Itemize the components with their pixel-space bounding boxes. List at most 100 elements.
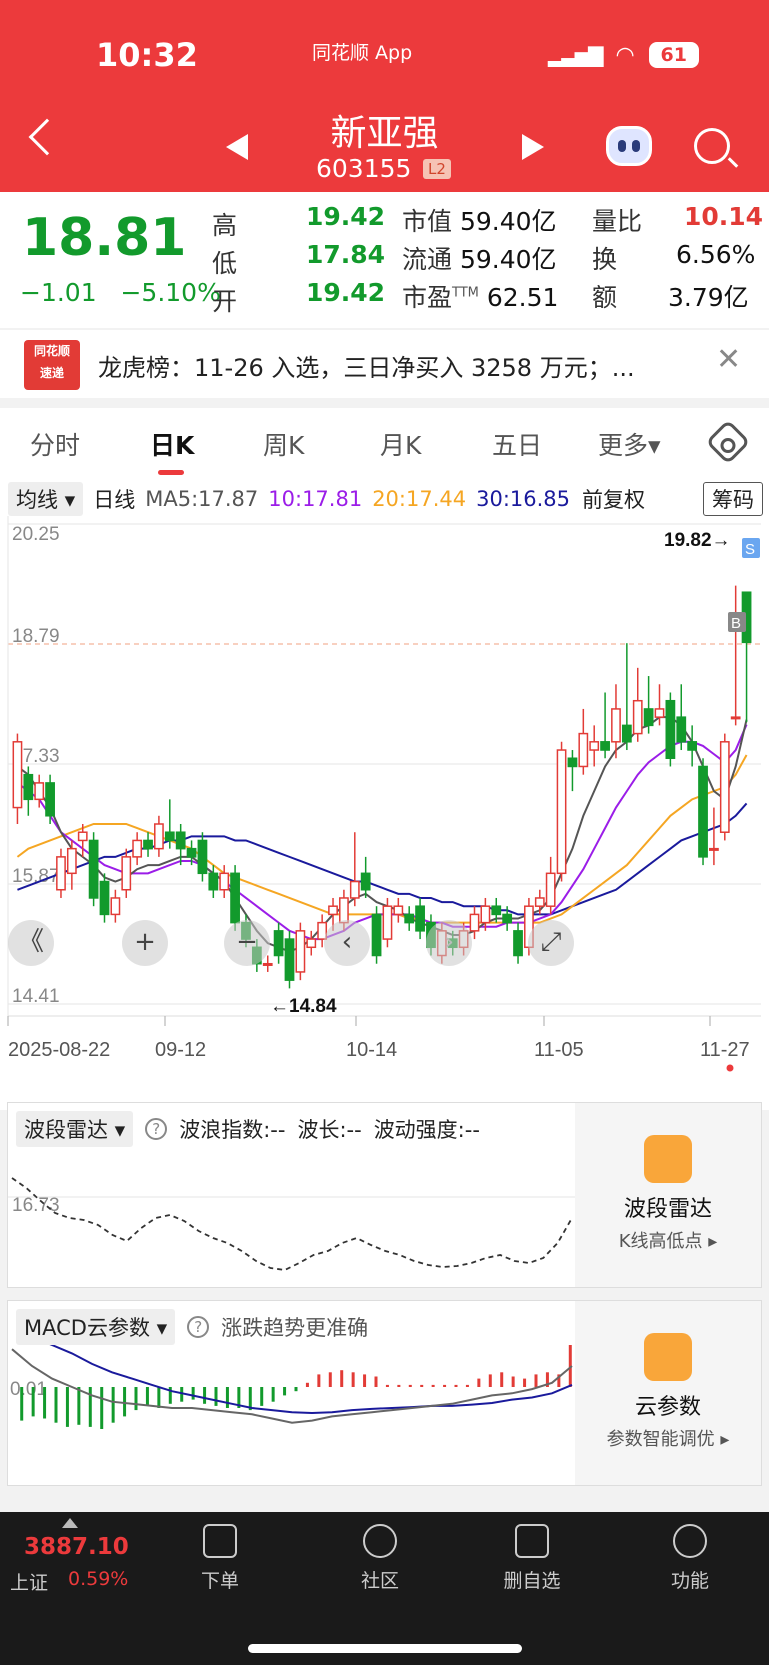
- index-value[interactable]: 3887.10: [24, 1534, 129, 1560]
- search-icon[interactable]: [694, 128, 730, 164]
- candle-body: [469, 913, 480, 932]
- wave-chart: 16.73: [8, 1177, 576, 1271]
- candle-body: [611, 708, 621, 743]
- macd-side-sub: 参数智能调优 ▸: [606, 1429, 730, 1450]
- tab-monthly[interactable]: 月K: [380, 426, 421, 462]
- bottom-tab-order[interactable]: 下单: [170, 1524, 270, 1593]
- candle-body: [273, 930, 284, 957]
- candle-body: [371, 913, 382, 957]
- bottom-tab-remove-watch[interactable]: 删自选: [482, 1524, 582, 1593]
- candle-body: [502, 913, 513, 924]
- macd-select[interactable]: MACD云参数 ▾: [16, 1309, 176, 1345]
- scroll-left-button[interactable]: ‹: [324, 920, 370, 966]
- kline-chart[interactable]: 20.2518.7917.3315.8714.4119.82→←14.84SB2…: [0, 516, 769, 1106]
- zoom-first-button[interactable]: 《: [8, 920, 54, 966]
- price-change: −1.01 −5.10%: [20, 278, 221, 307]
- index-name: 上证: [10, 1572, 49, 1594]
- price-tick-label: 18.79: [12, 626, 60, 647]
- cloud-param-promo[interactable]: 云参数 参数智能调优 ▸: [575, 1301, 761, 1485]
- kline-panel: 均线 ▾ 日线 MA5:17.87 10:17.81 20:17.44 30:1…: [0, 476, 769, 1110]
- remove-watch-label: 删自选: [503, 1570, 561, 1592]
- ma-select[interactable]: 均线 ▾: [8, 482, 84, 516]
- news-logo-bottom: 速递: [39, 366, 64, 380]
- index-up-icon: [62, 1518, 78, 1528]
- candle-body: [339, 897, 349, 924]
- candle-body: [360, 872, 371, 891]
- candle-body: [306, 938, 317, 949]
- wave-radar-promo[interactable]: 波段雷达 K线高低点 ▸: [575, 1103, 761, 1287]
- active-tab-indicator: [158, 470, 184, 475]
- bottom-tab-community[interactable]: 社区: [330, 1524, 430, 1593]
- candle-body: [164, 831, 175, 842]
- high-value: 19.42: [306, 202, 386, 231]
- high-mark-label: 19.82→: [664, 530, 731, 551]
- zoom-in-button[interactable]: +: [122, 920, 168, 966]
- robot-assistant-icon[interactable]: [606, 126, 652, 166]
- candle-body: [556, 749, 567, 875]
- stock-code: 603155: [316, 154, 412, 183]
- candle-body: [349, 880, 360, 899]
- date-tick-label: 09-12: [155, 1039, 206, 1061]
- pe-label: 市盈: [402, 283, 453, 312]
- tab-intraday[interactable]: 分时: [30, 426, 80, 462]
- candle-body: [186, 847, 197, 858]
- news-bar[interactable]: 同花顺 速递 龙虎榜：11-26 入选，三日净买入 3258 万元；... ✕: [0, 330, 769, 398]
- candle-body: [219, 872, 230, 891]
- tab-more[interactable]: 更多▾: [598, 426, 661, 462]
- signal-icon: ▂▃▅▇: [548, 43, 604, 67]
- sell-tag-label: S: [745, 541, 755, 558]
- date-tick-label: 10-14: [346, 1039, 397, 1061]
- candle-body: [45, 782, 55, 817]
- help-icon[interactable]: ?: [145, 1118, 168, 1140]
- candle-body: [230, 872, 240, 924]
- price-tick-label: 20.25: [12, 524, 60, 545]
- close-icon[interactable]: ✕: [716, 342, 741, 377]
- last-price: 18.81: [22, 208, 187, 268]
- ma-legend: 均线 ▾ 日线 MA5:17.87 10:17.81 20:17.44 30:1…: [8, 482, 763, 516]
- open-label: 开: [212, 287, 238, 316]
- adjust-label[interactable]: 前复权: [582, 484, 645, 514]
- candle-body: [654, 708, 665, 718]
- bottom-tab-functions[interactable]: 功能: [640, 1524, 740, 1593]
- change-pct: −5.10%: [120, 278, 221, 307]
- macd-tick-label: 0.01: [10, 1379, 47, 1400]
- float-value: 59.40亿: [459, 245, 557, 274]
- next-stock-icon[interactable]: [522, 134, 544, 160]
- chip-button[interactable]: 筹码: [703, 482, 763, 516]
- candle-body: [328, 905, 338, 916]
- functions-icon: [673, 1524, 707, 1558]
- candle-body: [621, 724, 632, 743]
- tab-five-day[interactable]: 五日: [492, 426, 542, 462]
- tab-daily[interactable]: 日K: [150, 426, 194, 462]
- amount-value: 3.79亿: [668, 283, 749, 312]
- candle-body: [143, 839, 153, 850]
- community-label: 社区: [360, 1570, 399, 1592]
- ma5-line: [16, 716, 748, 953]
- news-logo-top: 同花顺: [33, 344, 70, 358]
- low-mark-label: ←14.84: [270, 996, 337, 1017]
- index-pct: 0.59%: [68, 1568, 129, 1590]
- pe-sup: TTM: [452, 285, 479, 301]
- order-icon: [203, 1524, 237, 1558]
- turnover-value: 6.56%: [676, 240, 756, 269]
- float-label: 流通: [402, 245, 453, 274]
- wave-select[interactable]: 波段雷达 ▾: [16, 1111, 134, 1147]
- dea-line: [49, 1345, 573, 1415]
- community-icon: [363, 1524, 397, 1558]
- candle-body: [719, 741, 730, 833]
- help-icon[interactable]: ?: [187, 1316, 210, 1338]
- news-text[interactable]: 龙虎榜：11-26 入选，三日净买入 3258 万元；...: [98, 348, 698, 383]
- candle-body: [110, 897, 121, 916]
- candle-body: [12, 741, 23, 809]
- change-value: −1.01: [20, 278, 97, 307]
- settings-icon[interactable]: [705, 419, 751, 465]
- buy-tag-label: B: [731, 615, 741, 632]
- mcap-value: 59.40亿: [459, 207, 557, 236]
- fullscreen-button[interactable]: ⤢: [528, 920, 574, 966]
- tab-weekly[interactable]: 周K: [263, 426, 304, 462]
- amount-label: 额: [592, 283, 618, 312]
- candle-body: [175, 831, 186, 850]
- scroll-right-button[interactable]: ›: [426, 920, 472, 966]
- zoom-out-button[interactable]: −: [224, 920, 270, 966]
- candle-body: [698, 765, 708, 858]
